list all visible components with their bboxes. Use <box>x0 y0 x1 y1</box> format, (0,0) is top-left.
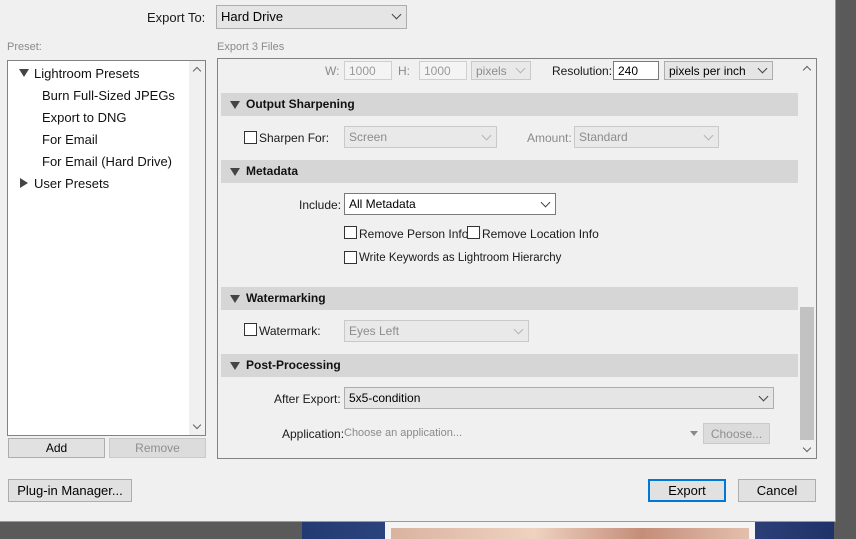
watermark-select[interactable]: Eyes Left <box>344 320 529 342</box>
chevron-down-icon <box>757 63 768 74</box>
preset-item[interactable]: For Email (Hard Drive) <box>42 154 172 169</box>
scroll-up-icon[interactable] <box>192 66 202 76</box>
export-to-label: Export To: <box>147 10 206 25</box>
watermark-value: Eyes Left <box>349 324 400 338</box>
include-select[interactable]: All Metadata <box>344 193 556 215</box>
background-photo <box>302 522 834 539</box>
export-files-label: Export 3 Files <box>217 41 285 53</box>
collapse-triangle-icon[interactable] <box>230 101 240 109</box>
write-keywords-checkbox[interactable] <box>344 251 357 264</box>
chevron-down-icon <box>515 63 526 74</box>
remove-location-checkbox[interactable] <box>467 226 480 239</box>
amount-value: Standard <box>579 130 628 144</box>
include-label: Include: <box>299 198 342 212</box>
remove-person-checkbox[interactable] <box>344 226 357 239</box>
application-placeholder[interactable]: Choose an application... <box>344 427 462 439</box>
remove-location-label: Remove Location Info <box>482 227 599 241</box>
width-input[interactable]: 1000 <box>344 61 392 80</box>
chevron-down-icon <box>391 9 402 20</box>
chevron-down-icon <box>703 130 714 141</box>
export-dialog: Export To: Hard Drive Preset: Export 3 F… <box>0 0 836 522</box>
chevron-down-icon <box>481 130 492 141</box>
watermark-label: Watermark: <box>259 324 321 338</box>
expand-triangle-icon[interactable] <box>19 69 29 77</box>
chevron-down-icon <box>758 391 769 402</box>
remove-preset-button[interactable]: Remove <box>109 438 206 458</box>
choose-application-button[interactable]: Choose... <box>703 423 770 444</box>
section-title: Output Sharpening <box>246 97 355 111</box>
write-keywords-label: Write Keywords as Lightroom Hierarchy <box>359 252 562 264</box>
application-dropdown-icon[interactable] <box>690 431 698 436</box>
collapse-triangle-icon[interactable] <box>230 362 240 370</box>
preset-item[interactable]: Burn Full-Sized JPEGs <box>42 88 175 103</box>
sharpen-for-label: Sharpen For: <box>259 131 330 145</box>
export-settings-panel: W: 1000 H: 1000 pixels Resolution: 240 p… <box>217 58 817 459</box>
preset-item[interactable]: For Email <box>42 132 98 147</box>
section-title: Post-Processing <box>246 358 341 372</box>
sharpen-for-select[interactable]: Screen <box>344 126 497 148</box>
export-button[interactable]: Export <box>648 479 726 502</box>
after-export-select[interactable]: 5x5-condition <box>344 387 774 409</box>
section-output-sharpening[interactable]: Output Sharpening <box>221 93 798 116</box>
scroll-down-icon[interactable] <box>802 443 812 453</box>
collapse-triangle-icon[interactable] <box>20 178 28 188</box>
scroll-down-icon[interactable] <box>192 420 202 430</box>
export-settings-scrollbar[interactable] <box>799 59 816 458</box>
resolution-input[interactable]: 240 <box>613 61 659 80</box>
size-unit-select[interactable]: pixels <box>471 61 531 80</box>
resolution-unit-value: pixels per inch <box>669 64 746 78</box>
chevron-down-icon <box>540 197 551 208</box>
scroll-up-icon[interactable] <box>802 65 812 75</box>
sharpen-for-value: Screen <box>349 130 388 144</box>
resolution-unit-select[interactable]: pixels per inch <box>664 61 773 80</box>
scrollbar-thumb[interactable] <box>800 307 814 440</box>
height-input[interactable]: 1000 <box>419 61 467 80</box>
photo-frame <box>385 522 755 539</box>
section-watermarking[interactable]: Watermarking <box>221 287 798 310</box>
amount-label: Amount: <box>527 131 572 145</box>
preset-tree: Lightroom Presets Burn Full-Sized JPEGs … <box>7 60 206 436</box>
collapse-triangle-icon[interactable] <box>230 168 240 176</box>
plugin-manager-button[interactable]: Plug-in Manager... <box>8 479 132 502</box>
section-title: Watermarking <box>246 291 326 305</box>
add-preset-button[interactable]: Add <box>8 438 105 458</box>
height-label: H: <box>398 64 410 78</box>
section-title: Metadata <box>246 164 299 178</box>
width-label: W: <box>325 64 340 78</box>
preset-label: Preset: <box>7 41 42 53</box>
collapse-triangle-icon[interactable] <box>230 295 240 303</box>
export-to-select[interactable]: Hard Drive <box>216 5 407 29</box>
preset-item[interactable]: Export to DNG <box>42 110 127 125</box>
after-export-value: 5x5-condition <box>349 391 421 405</box>
after-export-label: After Export: <box>274 392 341 406</box>
chevron-down-icon <box>513 324 524 335</box>
preset-group-user[interactable]: User Presets <box>34 176 109 191</box>
application-label: Application: <box>282 427 345 441</box>
include-value: All Metadata <box>349 197 416 211</box>
cancel-button[interactable]: Cancel <box>738 479 816 502</box>
resolution-label: Resolution: <box>552 64 613 78</box>
size-unit-value: pixels <box>476 64 507 78</box>
preset-scrollbar[interactable] <box>189 61 205 435</box>
section-metadata[interactable]: Metadata <box>221 160 798 183</box>
export-to-value: Hard Drive <box>221 9 284 24</box>
amount-select[interactable]: Standard <box>574 126 719 148</box>
remove-person-label: Remove Person Info <box>359 227 469 241</box>
section-post-processing[interactable]: Post-Processing <box>221 354 798 377</box>
preset-group-lightroom[interactable]: Lightroom Presets <box>34 66 140 81</box>
sharpen-for-checkbox[interactable] <box>244 131 257 144</box>
watermark-checkbox[interactable] <box>244 323 257 336</box>
